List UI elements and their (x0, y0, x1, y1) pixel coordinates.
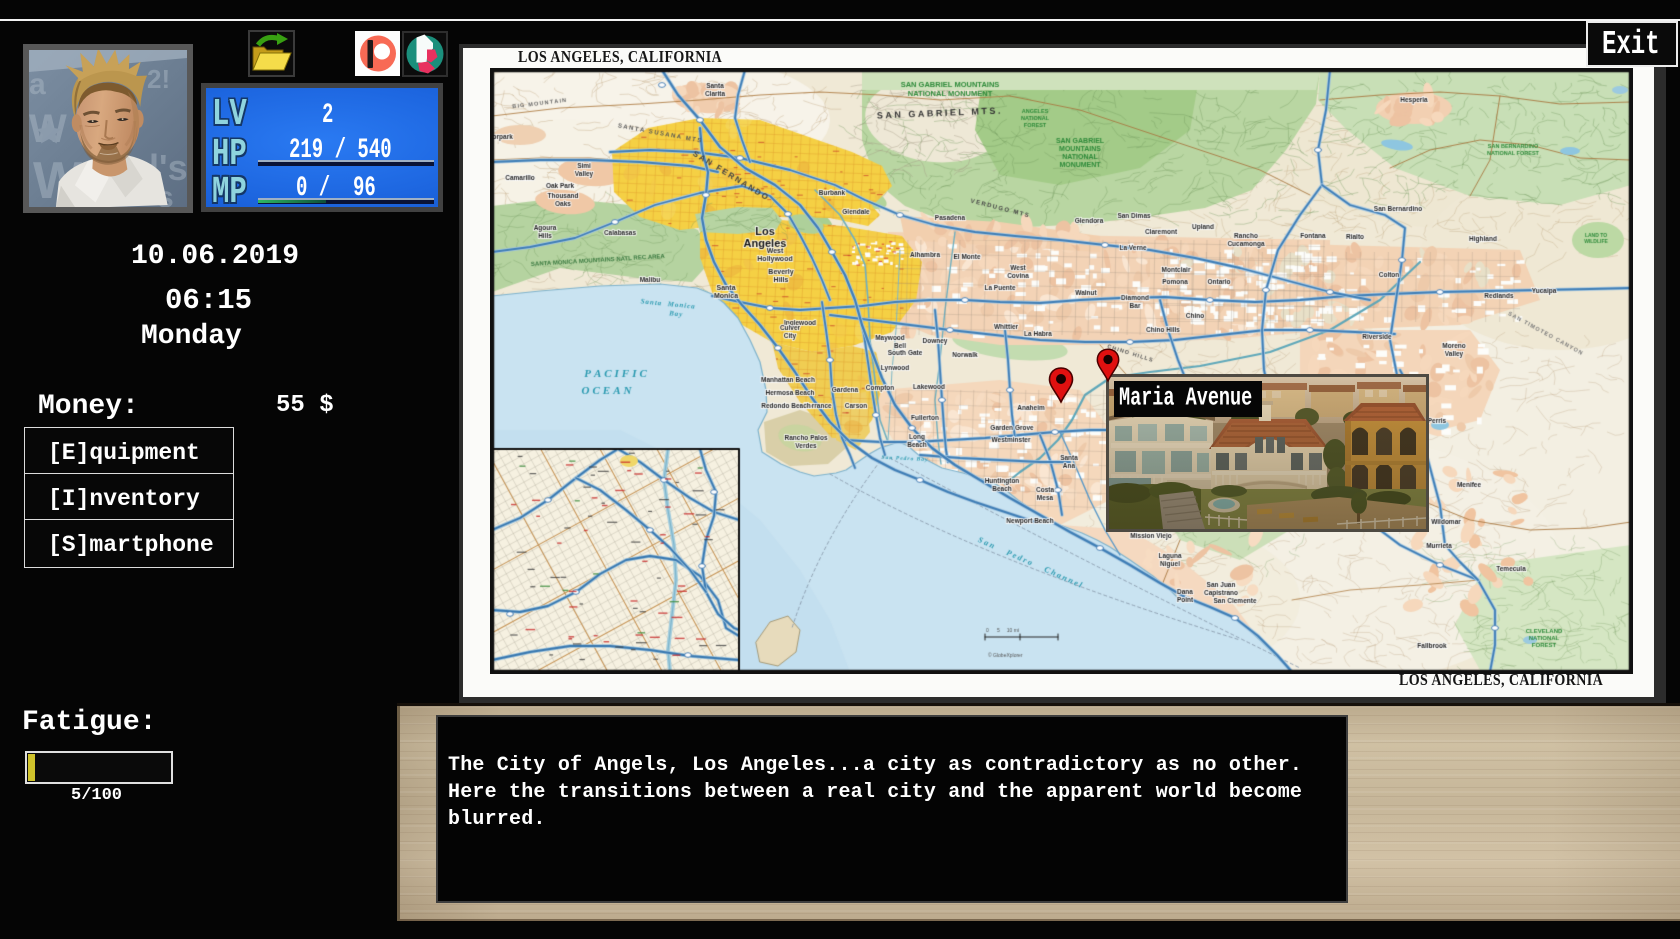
svg-text:2!: 2! (147, 64, 170, 94)
svg-text:a: a (29, 68, 46, 101)
